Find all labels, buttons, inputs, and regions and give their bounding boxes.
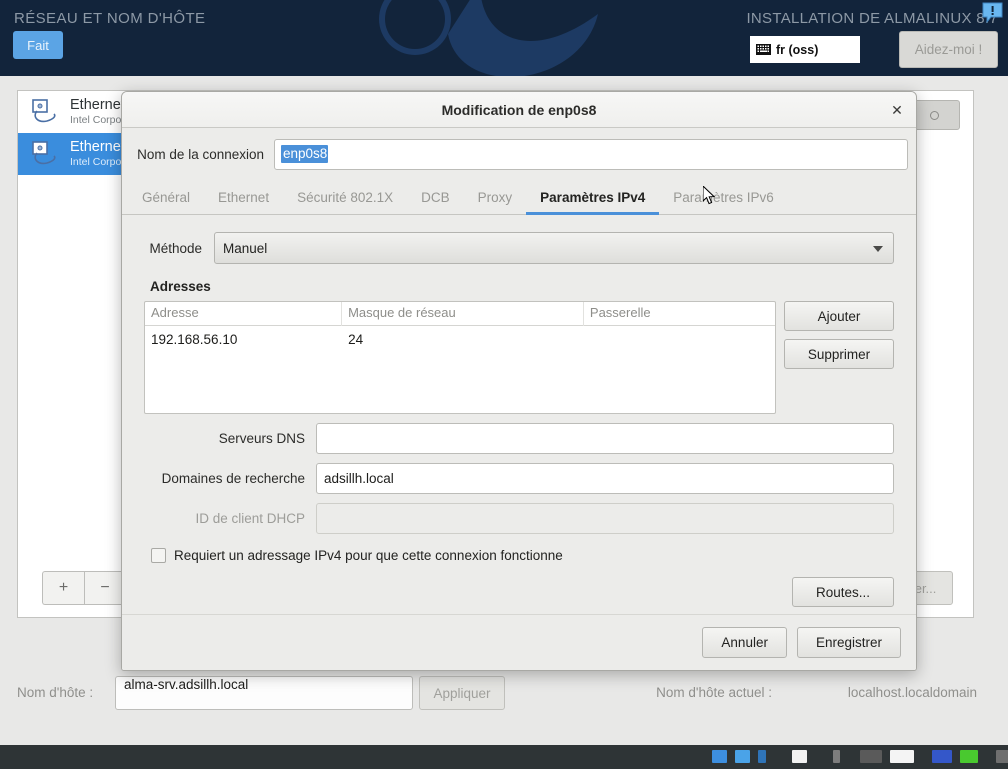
taskbar-icon-7[interactable] xyxy=(890,750,914,763)
column-header-address: Adresse xyxy=(145,302,343,326)
dialog-footer: Annuler Enregistrer xyxy=(122,614,916,670)
keyboard-icon xyxy=(756,44,771,55)
connection-name-value: enp0s8 xyxy=(281,145,329,163)
taskbar-icon-6[interactable] xyxy=(860,750,882,763)
table-row[interactable]: 192.168.56.10 24 xyxy=(145,326,775,352)
tab-ipv6-settings[interactable]: Paramètres IPv6 xyxy=(659,180,788,214)
routes-button[interactable]: Routes... xyxy=(792,577,894,607)
ipv4-settings-panel: Méthode Manuel Adresses Adresse Masque d… xyxy=(122,215,916,607)
tab-security-8021x[interactable]: Sécurité 802.1X xyxy=(283,180,407,214)
keyboard-layout-label: fr (oss) xyxy=(776,42,819,57)
method-value: Manuel xyxy=(223,240,268,256)
cell-address: 192.168.56.10 xyxy=(151,331,238,347)
connection-name-input[interactable]: enp0s8 xyxy=(274,138,908,170)
method-label: Méthode xyxy=(149,240,202,256)
save-button[interactable]: Enregistrer xyxy=(796,627,901,658)
add-device-button[interactable]: + xyxy=(42,571,84,605)
current-hostname-value: localhost.localdomain xyxy=(847,685,977,700)
warning-bubble-icon[interactable] xyxy=(982,2,1003,23)
dialog-title: Modification de enp0s8 xyxy=(441,101,597,118)
taskbar-icon-2[interactable] xyxy=(735,750,750,763)
dhcp-client-id-row: ID de client DHCP xyxy=(144,503,894,534)
search-domains-row: Domaines de recherche adsillh.local xyxy=(144,463,894,494)
tab-proxy[interactable]: Proxy xyxy=(464,180,527,214)
taskbar-icons xyxy=(712,750,1008,763)
dhcp-client-id-label: ID de client DHCP xyxy=(195,511,305,526)
help-button[interactable]: Aidez-moi ! xyxy=(899,31,998,68)
chevron-down-icon xyxy=(873,246,883,252)
dhcp-client-id-input xyxy=(316,503,894,534)
taskbar-icon-10[interactable] xyxy=(996,750,1008,763)
dns-input[interactable] xyxy=(316,423,894,454)
dialog-tabs: Général Ethernet Sécurité 802.1X DCB Pro… xyxy=(122,180,916,215)
require-ipv4-row[interactable]: Requiert un adressage IPv4 pour que cett… xyxy=(151,548,894,563)
hostname-row: Nom d'hôte : alma-srv.adsillh.local Appl… xyxy=(17,676,977,710)
device-add-remove-group: + − xyxy=(42,571,126,605)
tab-general[interactable]: Général xyxy=(128,180,204,214)
connection-name-label: Nom de la connexion xyxy=(137,146,264,162)
close-icon[interactable]: ✕ xyxy=(888,101,906,119)
taskbar-icon-3[interactable] xyxy=(758,750,766,763)
addresses-section-title: Adresses xyxy=(150,279,211,294)
current-hostname-label: Nom d'hôte actuel : xyxy=(656,685,772,700)
taskbar-icon-5[interactable] xyxy=(833,750,840,763)
ethernet-icon xyxy=(32,99,56,123)
require-ipv4-label: Requiert un adressage IPv4 pour que cett… xyxy=(174,548,563,563)
toggle-knob-area[interactable] xyxy=(909,100,960,130)
addresses-buttons: Ajouter Supprimer xyxy=(784,301,894,414)
require-ipv4-checkbox[interactable] xyxy=(151,548,166,563)
routes-row: Routes... xyxy=(144,577,894,607)
almalinux-logo-watermark xyxy=(379,0,598,76)
cancel-button[interactable]: Annuler xyxy=(702,627,787,658)
search-domains-label: Domaines de recherche xyxy=(161,471,305,486)
taskbar-icon-1[interactable] xyxy=(712,750,727,763)
edit-connection-dialog: Modification de enp0s8 ✕ Nom de la conne… xyxy=(121,91,917,671)
search-domains-input[interactable]: adsillh.local xyxy=(316,463,894,494)
dns-row: Serveurs DNS xyxy=(144,423,894,454)
installer-title: INSTALLATION DE ALMALINUX 8.7 xyxy=(746,10,998,27)
screen: RÉSEAU ET NOM D'HÔTE Fait INSTALLATION D… xyxy=(0,0,1008,769)
ethernet-icon xyxy=(32,141,56,165)
table-header: Adresse Masque de réseau Passerelle xyxy=(145,302,775,326)
column-header-gateway: Passerelle xyxy=(589,305,651,320)
cell-netmask: 24 xyxy=(348,331,364,347)
addresses-table[interactable]: Adresse Masque de réseau Passerelle 192.… xyxy=(144,301,776,414)
dialog-titlebar: Modification de enp0s8 ✕ xyxy=(122,92,916,128)
page-title: RÉSEAU ET NOM D'HÔTE xyxy=(14,10,206,27)
taskbar-icon-9[interactable] xyxy=(960,750,978,763)
taskbar xyxy=(0,745,1008,769)
hostname-label: Nom d'hôte : xyxy=(17,685,94,700)
tab-dcb[interactable]: DCB xyxy=(407,180,464,214)
taskbar-icon-8[interactable] xyxy=(932,750,952,763)
taskbar-icon-4[interactable] xyxy=(792,750,807,763)
addresses-area: Adresse Masque de réseau Passerelle 192.… xyxy=(144,301,894,414)
remove-device-button[interactable]: − xyxy=(84,571,126,605)
keyboard-layout-indicator[interactable]: fr (oss) xyxy=(750,36,860,63)
tab-ethernet[interactable]: Ethernet xyxy=(204,180,283,214)
hostname-input[interactable]: alma-srv.adsillh.local xyxy=(115,676,413,710)
delete-address-button[interactable]: Supprimer xyxy=(784,339,894,369)
toggle-knob-icon xyxy=(930,110,940,120)
column-header-netmask: Masque de réseau xyxy=(342,302,584,326)
add-address-button[interactable]: Ajouter xyxy=(784,301,894,331)
connection-name-row: Nom de la connexion enp0s8 xyxy=(122,128,916,180)
apply-button[interactable]: Appliquer xyxy=(419,676,505,710)
dns-label: Serveurs DNS xyxy=(218,431,305,446)
tab-ipv4-settings[interactable]: Paramètres IPv4 xyxy=(526,180,660,215)
done-button[interactable]: Fait xyxy=(13,31,63,59)
method-select[interactable]: Manuel xyxy=(214,232,894,264)
installer-header: RÉSEAU ET NOM D'HÔTE Fait INSTALLATION D… xyxy=(0,0,1008,76)
method-row: Méthode Manuel xyxy=(144,231,894,265)
